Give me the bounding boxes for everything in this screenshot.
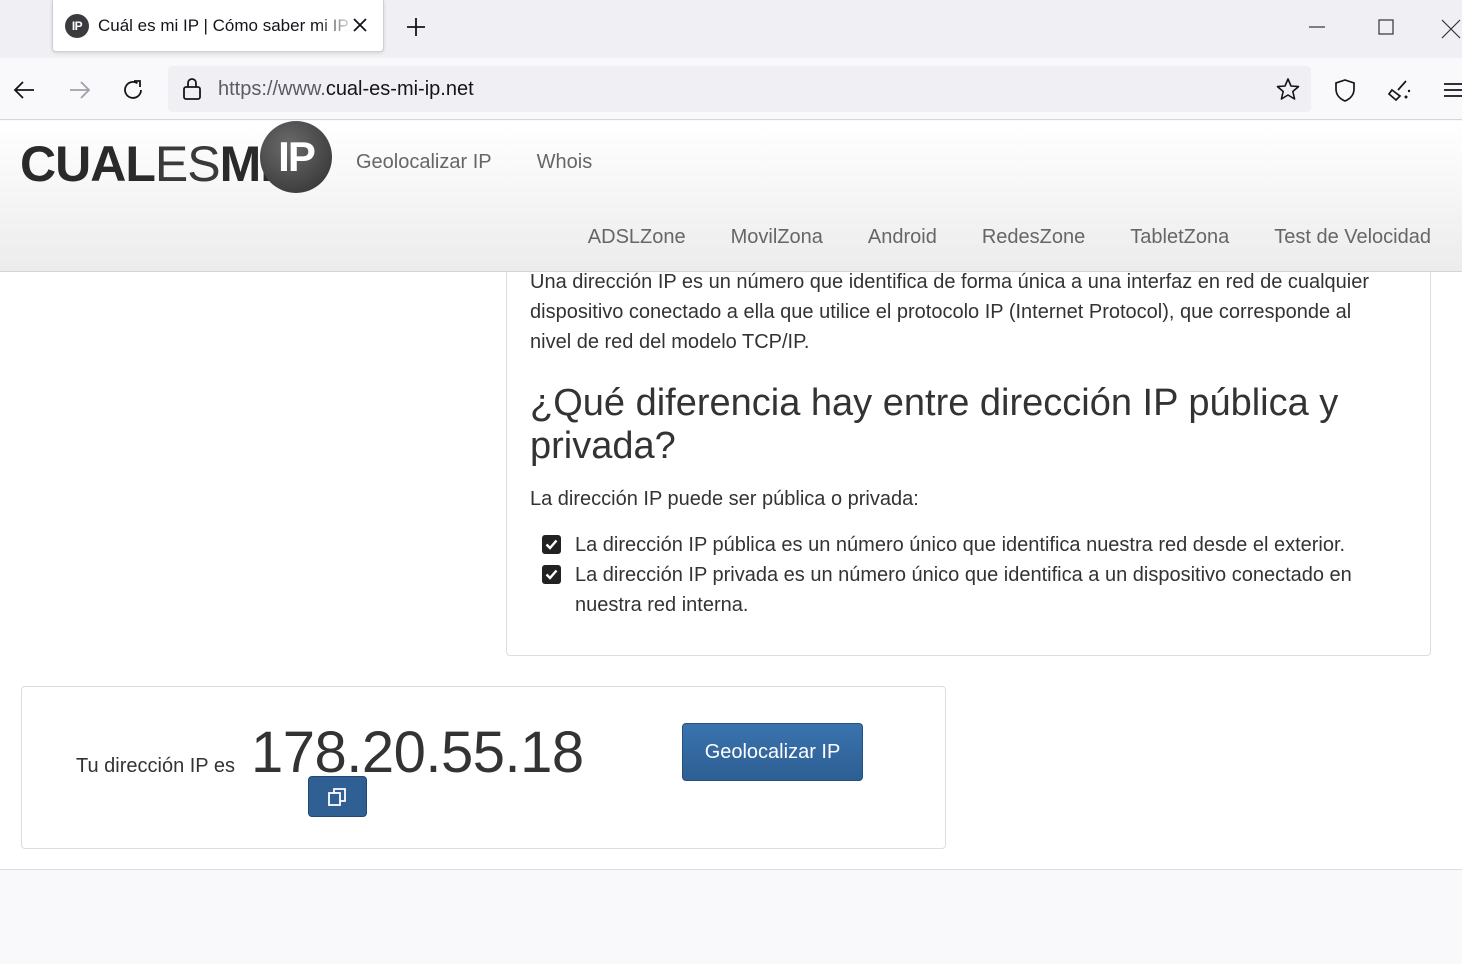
bookmark-star-icon[interactable]: [1275, 76, 1301, 102]
nav-link-android[interactable]: Android: [868, 226, 937, 249]
ip-label: Tu dirección IP es: [76, 755, 235, 777]
url-text[interactable]: https://www.cual-es-mi-ip.net: [218, 78, 474, 101]
back-arrow-icon[interactable]: [12, 77, 38, 103]
web-page: CUALESMI IP Geolocalizar IP Whois ADSLZo…: [0, 121, 1462, 964]
new-tab-plus-icon[interactable]: [404, 15, 428, 39]
lock-icon[interactable]: [180, 76, 204, 102]
section-intro: La dirección IP puede ser pública o priv…: [530, 488, 919, 510]
checkbox-checked-icon: [542, 535, 561, 554]
url-prefix: https://www.: [218, 78, 326, 100]
tab-title: Cuál es mi IP | Cómo saber mi IP: [98, 16, 349, 35]
url-domain: cual-es-mi-ip.net: [325, 78, 474, 100]
ip-address-value[interactable]: 178.20.55.18: [251, 719, 584, 786]
ip-definition-paragraph: Una dirección IP es un número que identi…: [530, 271, 1370, 353]
section-heading: ¿Qué diferencia hay entre dirección IP p…: [530, 382, 1339, 467]
site-header: CUALESMI IP Geolocalizar IP Whois ADSLZo…: [0, 121, 1462, 272]
maximize-window-icon[interactable]: [1373, 14, 1399, 40]
address-bar[interactable]: https://www.cual-es-mi-ip.net: [168, 66, 1311, 112]
browser-tab[interactable]: IP Cuál es mi IP | Cómo saber mi IP: [52, 0, 384, 52]
nav-link-whois[interactable]: Whois: [537, 151, 593, 174]
nav-link-adslzone[interactable]: ADSLZone: [588, 226, 686, 249]
minimize-window-icon[interactable]: [1304, 14, 1330, 40]
ip-address-box: Tu dirección IP es 178.20.55.18 Geolocal…: [21, 686, 946, 849]
site-favicon-icon: IP: [65, 14, 89, 38]
close-tab-icon[interactable]: [351, 16, 369, 34]
list-item: La dirección IP pública es un número úni…: [542, 530, 1402, 560]
list-item-text: La dirección IP privada es un número úni…: [575, 564, 1352, 616]
logo-wordmark: CUALESMI: [20, 136, 274, 192]
logo-ip-badge: IP: [260, 121, 332, 193]
tab-strip: IP Cuál es mi IP | Cómo saber mi IP: [0, 0, 1462, 58]
geolocate-ip-button[interactable]: Geolocalizar IP: [682, 723, 863, 781]
checkbox-checked-icon: [542, 565, 561, 584]
ip-type-list: La dirección IP pública es un número úni…: [542, 530, 1402, 620]
primary-nav: Geolocalizar IP Whois: [356, 151, 592, 174]
list-item: La dirección IP privada es un número úni…: [542, 560, 1402, 620]
forward-arrow-icon[interactable]: [66, 77, 92, 103]
nav-link-movilzona[interactable]: MovilZona: [731, 226, 823, 249]
menu-hamburger-icon[interactable]: [1440, 77, 1462, 103]
copy-icon: [328, 788, 346, 806]
close-window-icon[interactable]: [1436, 14, 1462, 40]
shield-icon[interactable]: [1332, 77, 1358, 103]
navigation-toolbar: https://www.cual-es-mi-ip.net: [0, 58, 1462, 120]
nav-link-redeszone[interactable]: RedesZone: [982, 226, 1085, 249]
nav-link-geolocalizar[interactable]: Geolocalizar IP: [356, 151, 492, 174]
nav-link-test-velocidad[interactable]: Test de Velocidad: [1274, 226, 1431, 249]
copy-ip-button[interactable]: [308, 776, 367, 817]
reload-icon[interactable]: [120, 77, 146, 103]
page-bottom-area: [0, 869, 1462, 964]
extensions-broom-icon[interactable]: [1386, 77, 1412, 103]
list-item-text: La dirección IP pública es un número úni…: [575, 534, 1346, 556]
secondary-nav: ADSLZone MovilZona Android RedesZone Tab…: [588, 226, 1431, 249]
nav-link-tabletzona[interactable]: TabletZona: [1130, 226, 1229, 249]
